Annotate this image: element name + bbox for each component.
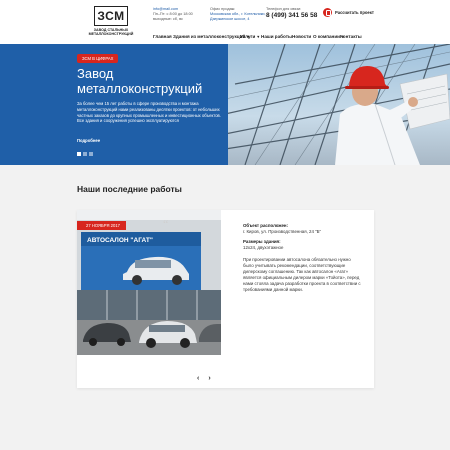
hero-slider: ЗСМ В ЦИФРАХ Завод металлоконструкций За… [0, 44, 450, 165]
work-description: При проектировании автосалона обязательн… [243, 257, 361, 292]
date-badge: 27 НОЯБРЯ 2017 [77, 221, 126, 230]
nav-item-buildings[interactable]: Здания из металлоконструкций ▾ [173, 34, 249, 39]
office-info: Офис продаж: Московская обл., г. Котельн… [210, 7, 272, 22]
office-address[interactable]: Московская обл., г. Котельники, Дзержинс… [210, 12, 272, 22]
nav-item-news[interactable]: Новости [292, 34, 311, 39]
hero-badge: ЗСМ В ЦИФРАХ [77, 54, 119, 63]
phone-number[interactable]: 8 (499) 341 56 58 [266, 12, 317, 20]
calculate-project-button[interactable]: Рассчитать проект [323, 7, 374, 17]
section-title: Наши последние работы [77, 184, 182, 194]
hero-image [225, 44, 450, 165]
phone-block: Телефон для связи: 8 (499) 341 56 58 [266, 7, 317, 20]
calculate-project-label: Рассчитать проект [335, 9, 374, 15]
contact-hours: info@mail.com Пн–Пт: с 8:00 до 18:00 вых… [153, 7, 193, 22]
slider-dot[interactable] [77, 152, 81, 156]
size-block: Размеры здания: 12х24, двухэтажное [243, 239, 363, 251]
nav-item-contacts[interactable]: Контакты [340, 34, 362, 39]
object-block: Объект расположен: г. Киров, ул. Произво… [243, 223, 363, 235]
building-sign: АВТОСАЛОН "АГАТ" [87, 237, 153, 244]
site-header: ЗСМ ЗАВОД СТАЛЬНЫХ МЕТАЛЛОКОНСТРУКЦИЙ in… [0, 0, 450, 44]
chevron-down-icon: ▾ [257, 34, 260, 39]
hero-title: Завод металлоконструкций [77, 66, 203, 96]
nav-item-services[interactable]: Услуги ▾ [240, 34, 259, 39]
quote-icon: “ [163, 217, 169, 231]
chevron-left-icon[interactable]: ‹ [197, 375, 199, 382]
slider-dots [77, 152, 93, 156]
work-card: 27 НОЯБРЯ 2017 АВТОСАЛОН "АГАТ" [77, 210, 374, 388]
nav-item-works[interactable]: Наши работы [261, 34, 292, 39]
chevron-right-icon[interactable]: › [208, 375, 210, 382]
carousel-arrows: ‹ › [197, 375, 211, 382]
size-value: 12х24, двухэтажное [243, 245, 284, 250]
hours-weekend-text: выходные: сб, вс [153, 17, 183, 21]
logo-mark: ЗСМ [94, 6, 128, 26]
calculator-icon [323, 7, 332, 17]
nav-item-home[interactable]: Главная [153, 34, 172, 39]
slider-dot[interactable] [83, 152, 87, 156]
work-image[interactable]: 27 НОЯБРЯ 2017 АВТОСАЛОН "АГАТ" [77, 210, 221, 355]
logo[interactable]: ЗСМ ЗАВОД СТАЛЬНЫХ МЕТАЛЛОКОНСТРУКЦИЙ [88, 6, 134, 40]
hero-more-link[interactable]: Подробнее [77, 138, 100, 143]
object-value: г. Киров, ул. Производственная, 24 "Б" [243, 229, 322, 234]
slider-dot[interactable] [89, 152, 93, 156]
logo-text: ЗАВОД СТАЛЬНЫХ МЕТАЛЛОКОНСТРУКЦИЙ [88, 28, 134, 37]
hero-description: За более чем 15 лет работы в сфере произ… [77, 101, 221, 124]
